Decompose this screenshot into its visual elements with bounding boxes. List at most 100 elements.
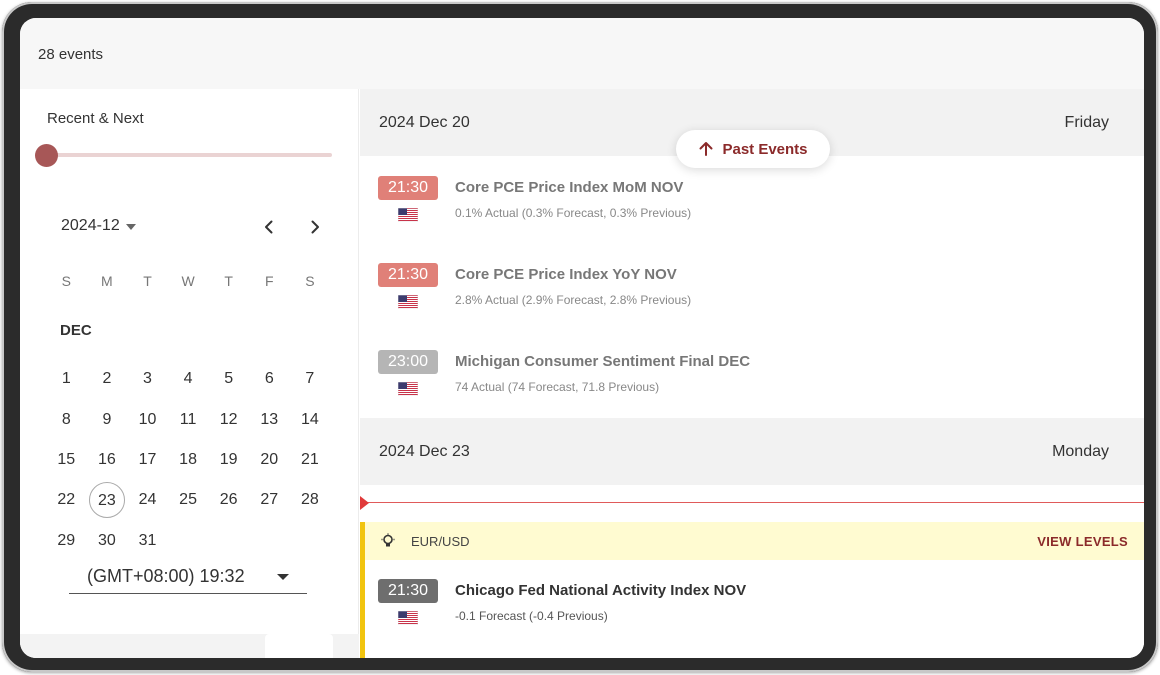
calendar-day[interactable]: 5 (208, 361, 249, 397)
top-bar: 28 events (20, 18, 1144, 89)
calendar-day[interactable]: 25 (168, 482, 209, 518)
weekday-label: T (224, 273, 233, 290)
weekday-label: F (264, 273, 274, 290)
event-detail: 2.8% Actual (2.9% Forecast, 2.8% Previou… (455, 293, 692, 307)
next-month-button[interactable] (303, 215, 327, 239)
caret-down-icon (277, 574, 289, 580)
range-slider-track[interactable] (47, 153, 332, 157)
calendar-week: 15 16 17 18 19 20 21 (46, 440, 338, 480)
caret-down-icon (125, 224, 136, 230)
event-time: 21:30 (378, 263, 438, 287)
calendar-day[interactable]: 18 (168, 442, 209, 478)
calendar-day[interactable]: 12 (208, 402, 249, 438)
calendar-grid: SMTWTFS DEC 1 2 3 4 5 6 7 8 9 10 11 12 13 14 15 16 17 18 1… (46, 261, 338, 561)
weekday-label: M (101, 273, 113, 290)
pair-bar: EUR/USD VIEW LEVELS (365, 522, 1144, 560)
calendar-day[interactable]: 26 (208, 482, 249, 518)
calendar-day[interactable]: 19 (208, 442, 249, 478)
day-weekday: Friday (1064, 114, 1109, 131)
calendar-day[interactable]: 9 (87, 402, 128, 438)
calendar-week: 29 30 31 (46, 520, 338, 560)
calendar-day[interactable]: 6 (249, 361, 290, 397)
weekday-header: SMTWTFS (46, 261, 338, 301)
filter-panel: Recent & Next 2024-12 SMTWTFS DEC 123456… (20, 89, 359, 658)
calendar-day[interactable]: 2 (87, 361, 128, 397)
view-levels-link[interactable]: VIEW LEVELS (1037, 534, 1128, 549)
us-flag-icon (398, 295, 418, 309)
panel-footer (20, 634, 359, 658)
calendar-week: 1234567 (46, 359, 338, 399)
event-title: Chicago Fed National Activity Index NOV (455, 582, 747, 599)
current-time-line (360, 502, 1144, 503)
us-flag-icon (398, 382, 418, 396)
calendar-day[interactable]: 11 (168, 402, 209, 438)
event-row[interactable]: 21:30 Core PCE Price Index YoY NOV 2.8% … (360, 263, 1144, 350)
calendar-day[interactable]: 7 (290, 361, 331, 397)
event-title: Core PCE Price Index YoY NOV (455, 266, 677, 283)
weekday-label: W (181, 273, 195, 290)
us-flag-icon (398, 611, 418, 625)
day-weekday: Monday (1052, 443, 1109, 460)
chevron-left-icon (265, 220, 273, 234)
calendar-day[interactable]: 30 (87, 523, 128, 559)
day-date: 2024 Dec 23 (379, 443, 470, 460)
calendar-day[interactable]: 24 (127, 482, 168, 518)
currency-pair: EUR/USD (411, 534, 470, 549)
event-count: 28 events (38, 46, 104, 63)
prev-month-button[interactable] (257, 215, 281, 239)
past-events-button[interactable]: Past Events (676, 130, 830, 168)
event-title: Core PCE Price Index MoM NOV (455, 179, 684, 196)
calendar-day[interactable]: 8 (46, 402, 87, 438)
pair-event-card: EUR/USD VIEW LEVELS 21:30 Chicago Fed Na… (360, 522, 1144, 658)
event-detail: 0.1% Actual (0.3% Forecast, 0.3% Previou… (455, 206, 692, 220)
calendar-day[interactable]: 28 (290, 482, 331, 518)
event-row[interactable]: 21:30 Core PCE Price Index MoM NOV 0.1% … (360, 176, 1144, 263)
range-slider-thumb[interactable] (35, 144, 58, 167)
device-frame: 28 events Recent & Next 2024-12 SMTWTFS … (2, 2, 1158, 672)
weekday-label: S (61, 273, 71, 290)
event-title: Michigan Consumer Sentiment Final DEC (455, 353, 751, 370)
calendar-day[interactable]: 13 (249, 402, 290, 438)
calendar-day-today[interactable]: 23 (88, 482, 125, 519)
calendar-day[interactable]: 17 (127, 442, 168, 478)
range-label: Recent & Next (47, 110, 144, 127)
calendar-day[interactable]: 4 (168, 361, 209, 397)
app-screen: 28 events Recent & Next 2024-12 SMTWTFS … (20, 18, 1144, 658)
calendar-week: 22 23 24 25 26 27 28 (46, 480, 338, 520)
event-detail: 74 Actual (74 Forecast, 71.8 Previous) (455, 380, 660, 394)
event-time: 21:30 (378, 579, 438, 603)
event-detail: -0.1 Forecast (-0.4 Previous) (455, 609, 608, 623)
event-row[interactable]: 21:30 Chicago Fed National Activity Inde… (360, 579, 1144, 658)
us-flag-icon (398, 208, 418, 222)
calendar-day[interactable]: 1 (46, 361, 87, 397)
chevron-right-icon (311, 220, 319, 234)
past-events-label: Past Events (722, 140, 808, 158)
calendar-day[interactable]: 14 (290, 402, 331, 438)
month-selector[interactable]: 2024-12 (61, 217, 136, 235)
day-header: 2024 Dec 23 Monday (360, 418, 1144, 485)
lightbulb-icon (381, 533, 395, 547)
calendar-day[interactable]: 15 (46, 442, 87, 478)
event-time: 23:00 (378, 350, 438, 374)
calendar-day[interactable]: 16 (87, 442, 128, 478)
events-list: 2024 Dec 20 Friday Past Events 21:30 Cor… (360, 89, 1144, 658)
calendar-day[interactable]: 22 (46, 482, 87, 518)
calendar-week: 8 9 10 11 12 13 14 (46, 400, 338, 440)
current-time-marker (360, 496, 369, 510)
calendar-day[interactable]: 3 (127, 361, 168, 397)
calendar-month-label: DEC (60, 321, 92, 339)
footer-tab[interactable] (265, 634, 333, 658)
calendar-day[interactable]: 27 (249, 482, 290, 518)
calendar-day[interactable]: 29 (46, 523, 87, 559)
timezone-select[interactable]: (GMT+08:00) 19:32 (69, 562, 307, 594)
event-time: 21:30 (378, 176, 438, 200)
calendar-day[interactable]: 31 (127, 523, 168, 559)
calendar-day[interactable]: 20 (249, 442, 290, 478)
arrow-up-icon (699, 142, 713, 156)
month-selector-label: 2024-12 (61, 217, 120, 234)
calendar-day[interactable]: 21 (290, 442, 331, 478)
day-date: 2024 Dec 20 (379, 114, 470, 131)
calendar-day[interactable]: 10 (127, 402, 168, 438)
calendar-weeks: 1 2 3 4 5 6 7 8 9 10 11 12 13 14 15 16 17 18 19 20 21 22 23 24 2… (46, 359, 338, 560)
weekday-label: T (143, 273, 152, 290)
